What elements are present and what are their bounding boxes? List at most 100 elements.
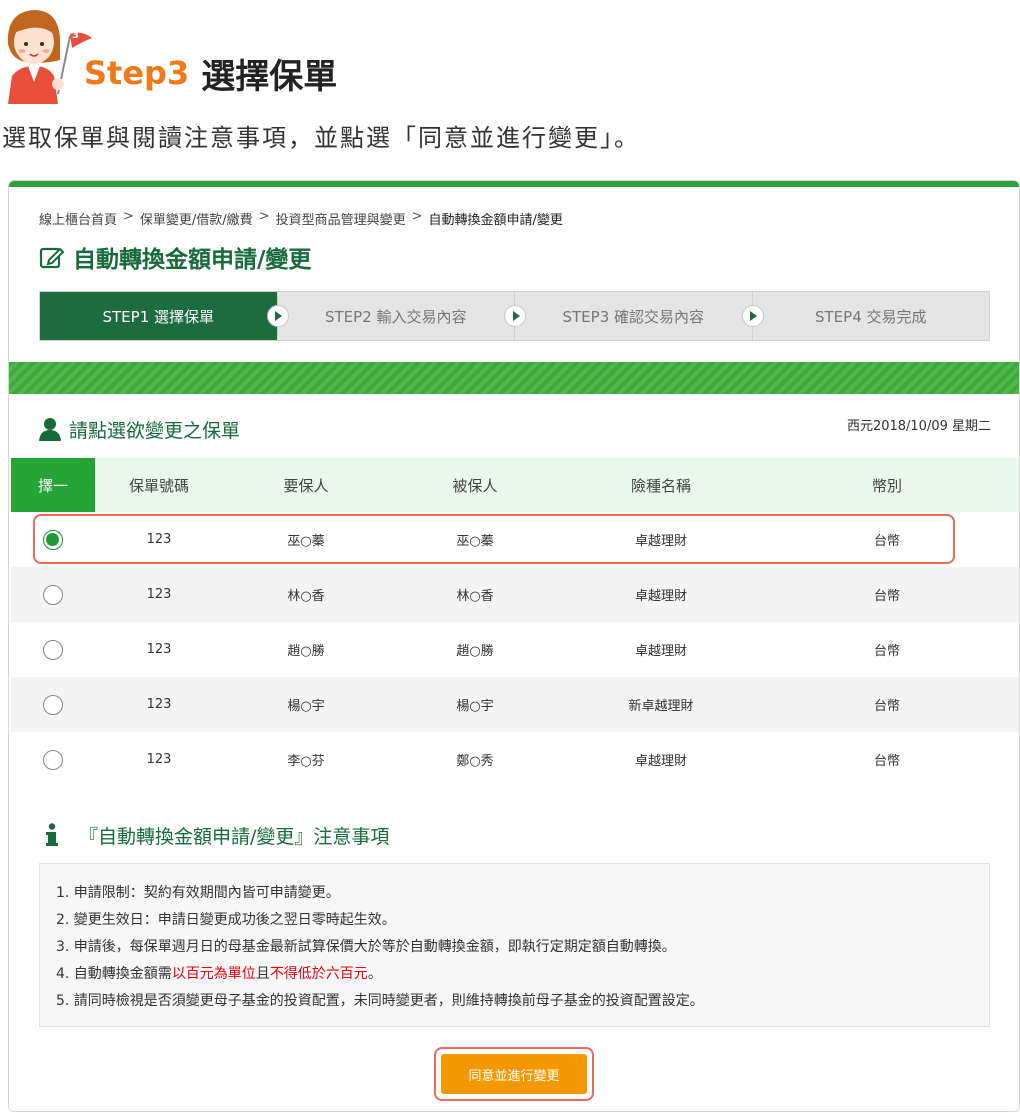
- cell-currency: 台幣: [873, 589, 900, 604]
- confirm-button-highlight: 同意並進行變更: [434, 1047, 594, 1101]
- cell-policy-number: 123: [146, 697, 172, 712]
- note-text: 。: [367, 966, 382, 982]
- tutorial-header: 3 Step3 選擇保單: [0, 0, 1020, 112]
- cell-insured: 楊○宇: [456, 699, 494, 714]
- flag-number: 3: [72, 30, 79, 41]
- breadcrumb-investment[interactable]: 投資型商品管理與變更: [276, 209, 406, 228]
- step-3-label: STEP3 確認交易內容: [562, 307, 705, 326]
- cell-currency: 台幣: [873, 754, 900, 769]
- cell-policy-number: 123: [146, 642, 172, 657]
- step-1: STEP1 選擇保單: [40, 292, 289, 340]
- cell-product: 卓越理財: [634, 534, 687, 549]
- current-date: 西元2018/10/09 星期二: [846, 419, 991, 434]
- decorative-stripe: [9, 362, 1019, 394]
- table-row[interactable]: 123 趙○勝 趙○勝 卓越理財 台幣: [11, 622, 1019, 677]
- notes-title-text: 『自動轉換金額申請/變更』注意事項: [79, 825, 390, 848]
- panel-top-border: [9, 181, 1019, 187]
- cell-policyholder: 林○香: [287, 589, 325, 604]
- edit-icon: [39, 247, 65, 269]
- breadcrumb-separator: >: [123, 209, 134, 224]
- cell-product: 卓越理財: [634, 754, 687, 769]
- policy-table: 擇一 保單號碼 要保人 被保人 險種名稱 幣別 123 巫○蓁 巫○蓁 卓越理財 台幣 1…: [11, 458, 1019, 787]
- cell-currency: 台幣: [873, 534, 900, 549]
- note-item: 4. 自動轉換金額需以百元為單位且不得低於六百元。: [56, 961, 973, 988]
- section-title-text: 請點選欲變更之保單: [69, 419, 241, 442]
- select-cell: [11, 749, 95, 770]
- header-policyholder: 要保人: [283, 476, 329, 495]
- row-select-radio[interactable]: [43, 584, 63, 605]
- step-2: STEP2 輸入交易內容: [278, 292, 526, 340]
- step-heading: Step3 選擇保單: [84, 48, 337, 98]
- note-text: 且: [255, 966, 270, 982]
- note-emphasis: 不得低於六百元: [269, 966, 368, 982]
- row-select-radio[interactable]: [43, 694, 63, 715]
- cell-insured: 鄭○秀: [456, 754, 494, 769]
- breadcrumb: 線上櫃台首頁 > 保單變更/借款/繳費 > 投資型商品管理與變更 > 自動轉換金…: [39, 209, 563, 228]
- agree-and-change-button[interactable]: 同意並進行變更: [441, 1054, 587, 1094]
- step-arrow-icon: [266, 305, 289, 327]
- breadcrumb-separator: >: [258, 209, 270, 224]
- page-title: 自動轉換金額申請/變更: [39, 241, 311, 273]
- select-cell: [11, 529, 95, 550]
- page-title-text: 自動轉換金額申請/變更: [73, 247, 312, 273]
- select-cell: [11, 639, 95, 660]
- header-select: 擇一: [11, 458, 95, 512]
- cell-currency: 台幣: [873, 644, 900, 659]
- table-row[interactable]: 123 巫○蓁 巫○蓁 卓越理財 台幣: [11, 512, 1019, 567]
- cell-product: 新卓越理財: [628, 699, 694, 714]
- user-icon: [39, 418, 61, 441]
- cell-insured: 趙○勝: [456, 644, 494, 659]
- note-item: 3. 申請後，每保單週月日的母基金最新試算保價大於等於自動轉換金額，即執行定期定…: [56, 939, 676, 955]
- step-3: STEP3 確認交易內容: [515, 292, 764, 340]
- cell-policyholder: 李○芬: [287, 754, 325, 769]
- progress-steps: STEP1 選擇保單 STEP2 輸入交易內容 STEP3 確認交易內容 STE…: [39, 291, 990, 341]
- step-1-label: STEP1 選擇保單: [102, 307, 215, 326]
- note-item: 5. 請同時檢視是否須變更母子基金的投資配置，未同時變更者，則維持轉換前母子基金…: [56, 993, 704, 1009]
- step-heading-text: 選擇保單: [201, 56, 338, 97]
- step-arrow-icon: [504, 305, 526, 327]
- screenshot-panel: 線上櫃台首頁 > 保單變更/借款/繳費 > 投資型商品管理與變更 > 自動轉換金…: [8, 180, 1020, 1112]
- cell-currency: 台幣: [873, 699, 900, 714]
- cell-product: 卓越理財: [634, 589, 687, 604]
- cell-policyholder: 巫○蓁: [287, 534, 325, 549]
- step-4: STEP4 交易完成: [753, 292, 990, 340]
- table-body: 123 巫○蓁 巫○蓁 卓越理財 台幣 123 林○香 林○香 卓越理財 台幣 123 趙○勝 趙○勝卓…: [11, 512, 1019, 787]
- header-insured: 被保人: [452, 476, 498, 495]
- section-title: 請點選欲變更之保單: [39, 415, 240, 443]
- cell-product: 卓越理財: [634, 644, 687, 659]
- table-row[interactable]: 123 李○芬 鄭○秀 卓越理財 台幣: [11, 732, 1019, 787]
- cell-policyholder: 楊○宇: [287, 699, 325, 714]
- table-row[interactable]: 123 楊○宇 楊○宇 新卓越理財 台幣: [11, 677, 1019, 732]
- table-header: 擇一 保單號碼 要保人 被保人 險種名稱 幣別: [11, 458, 1019, 512]
- intro-text: 選取保單與閱讀注意事項，並點選「同意並進行變更」。: [2, 124, 640, 152]
- notes-title: 『自動轉換金額申請/變更』注意事項: [45, 821, 389, 849]
- breadcrumb-separator: >: [411, 209, 423, 224]
- row-select-radio[interactable]: [43, 529, 63, 550]
- step-arrow-icon: [741, 305, 764, 327]
- notes-box: 1. 申請限制：契約有效期間內皆可申請變更。 2. 變更生效日：申請日變更成功後…: [39, 863, 990, 1027]
- cell-insured: 巫○蓁: [456, 534, 494, 549]
- cell-policyholder: 趙○勝: [287, 644, 325, 659]
- header-policy-number: 保單號碼: [128, 476, 189, 495]
- table-row[interactable]: 123 林○香 林○香 卓越理財 台幣: [11, 567, 1019, 622]
- select-cell: [11, 694, 95, 715]
- row-select-radio[interactable]: [43, 749, 63, 770]
- cell-insured: 林○香: [456, 589, 494, 604]
- info-icon: [46, 823, 58, 846]
- cell-policy-number: 123: [146, 532, 172, 547]
- breadcrumb-policy-change[interactable]: 保單變更/借款/繳費: [140, 209, 253, 228]
- breadcrumb-current: 自動轉換金額申請/變更: [428, 213, 563, 228]
- cell-policy-number: 123: [146, 752, 172, 767]
- note-emphasis: 以百元為單位: [171, 966, 256, 982]
- cell-policy-number: 123: [146, 587, 172, 602]
- note-item: 1. 申請限制：契約有效期間內皆可申請變更。: [56, 885, 340, 901]
- header-currency: 幣別: [871, 476, 902, 495]
- note-item: 2. 變更生效日：申請日變更成功後之翌日零時起生效。: [56, 912, 396, 928]
- note-text: 4. 自動轉換金額需: [56, 966, 172, 982]
- breadcrumb-home[interactable]: 線上櫃台首頁: [39, 209, 117, 228]
- step-2-label: STEP2 輸入交易內容: [324, 307, 467, 326]
- header-product: 險種名稱: [630, 476, 691, 495]
- row-select-radio[interactable]: [43, 639, 63, 660]
- step-number: Step3: [84, 54, 190, 92]
- select-cell: [11, 584, 95, 605]
